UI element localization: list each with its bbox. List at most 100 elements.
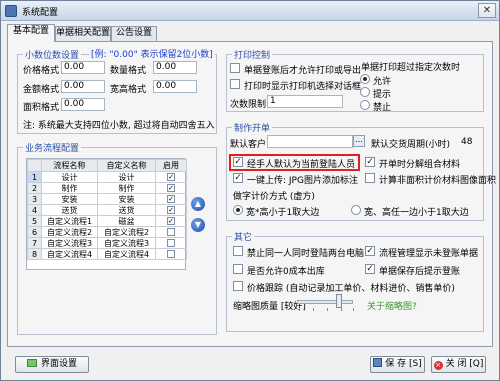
workflow-custom-cell[interactable]: 自定义流程4: [97, 248, 156, 260]
tab-document[interactable]: 单据相关配置: [55, 26, 111, 41]
table-row[interactable]: 8 自定义流程4 自定义流程4: [27, 248, 187, 260]
zero-cost-checkbox[interactable]: [233, 264, 243, 274]
default-customer-label: 默认客户: [230, 140, 267, 150]
delivery-cycle-label: 默认交货周期(小时): [371, 140, 451, 150]
post-prompt-checkbox[interactable]: ✓: [365, 264, 375, 274]
print-group-title: 打印控制: [232, 48, 273, 61]
calc-method-radio-2[interactable]: [351, 205, 361, 215]
workflow-enabled-checkbox[interactable]: ✓: [167, 195, 175, 203]
thumb-quality-label: 缩略图质量 [较好]: [233, 302, 306, 312]
show-unposted-checkbox[interactable]: ✓: [365, 246, 375, 256]
workflow-enabled-checkbox[interactable]: ✓: [167, 217, 175, 225]
zero-cost-label: 是否允许0成本出库: [247, 267, 325, 277]
workflow-enabled-checkbox[interactable]: ✓: [167, 184, 175, 192]
row-number: 2: [27, 182, 42, 194]
workflow-custom-cell[interactable]: 设计: [97, 171, 156, 183]
workflow-enabled-checkbox[interactable]: ✓: [167, 206, 175, 214]
workflow-custom-cell[interactable]: 磁盆: [97, 215, 156, 227]
order-group-title: 制作开单: [232, 121, 273, 134]
thumb-quality-handle[interactable]: [336, 294, 342, 308]
table-row[interactable]: 2 制作 制作 ✓: [27, 182, 187, 194]
single-login-label: 禁止同一人同时登陆两台电脑: [247, 249, 365, 259]
workflow-name-cell[interactable]: 设计: [41, 171, 98, 183]
workflow-group-title: 业务流程配置: [23, 141, 82, 154]
table-row[interactable]: 6 自定义流程2 自定义流程2: [27, 226, 187, 238]
workflow-name-cell[interactable]: 制作: [41, 182, 98, 194]
upload-label: 一键上传: JPG图片添加标注: [247, 176, 358, 186]
table-header-name: 流程名称: [41, 159, 98, 172]
qty-format-input[interactable]: 0.00: [153, 61, 197, 74]
single-login-checkbox[interactable]: [233, 246, 243, 256]
exceed-allow-label: 允许: [373, 77, 392, 87]
workflow-enabled-cell: [155, 248, 187, 260]
workflow-enabled-checkbox[interactable]: ✓: [167, 173, 175, 181]
calc-method-label: 做字计价方式 (虚方): [233, 192, 315, 202]
workflow-custom-cell[interactable]: 自定义流程2: [97, 226, 156, 238]
table-header-corner: [27, 159, 42, 172]
upload-checkbox[interactable]: ✓: [233, 173, 243, 183]
row-number: 6: [27, 226, 42, 238]
thumb-help-link[interactable]: 关于缩略图?: [367, 299, 417, 312]
table-row[interactable]: 4 送货 送货 ✓: [27, 204, 187, 216]
workflow-custom-cell[interactable]: 送货: [97, 204, 156, 216]
workflow-name-cell[interactable]: 送货: [41, 204, 98, 216]
workflow-enabled-checkbox[interactable]: [167, 239, 175, 247]
close-label: 关 闭 [Q]: [445, 359, 484, 369]
calc-method-radio-1[interactable]: [233, 205, 243, 215]
post-prompt-label: 单据保存后提示登账: [379, 267, 461, 277]
tab-announcement[interactable]: 公告设置: [111, 26, 157, 41]
tab-basic[interactable]: 基本配置: [7, 24, 55, 42]
ui-settings-button[interactable]: 界面设置: [15, 356, 89, 373]
close-button[interactable]: × 关 闭 [Q]: [431, 356, 486, 373]
qty-format-label: 数量格式: [110, 66, 147, 76]
save-icon: [373, 358, 383, 367]
amount-format-input[interactable]: 0.00: [61, 80, 105, 93]
delivery-cycle-value[interactable]: 48: [461, 137, 472, 147]
price-format-input[interactable]: 0.00: [61, 61, 105, 74]
print-dialog-checkbox[interactable]: [230, 79, 240, 89]
save-button[interactable]: 保 存 [S]: [370, 356, 425, 373]
exceed-forbid-radio[interactable]: [360, 100, 370, 110]
select-customer-button[interactable]: ...: [353, 135, 365, 147]
print-after-post-checkbox[interactable]: [230, 63, 240, 73]
price-tracking-checkbox[interactable]: [233, 281, 243, 291]
workflow-name-cell[interactable]: 自定义流程3: [41, 237, 98, 249]
area-format-input[interactable]: 0.00: [61, 98, 105, 111]
print-limit-input[interactable]: 1: [267, 95, 343, 108]
workflow-custom-cell[interactable]: 安装: [97, 193, 156, 205]
table-header-enabled: 启用: [155, 159, 187, 172]
workflow-enabled-checkbox[interactable]: [167, 250, 175, 258]
table-row[interactable]: 1 设计 设计 ✓: [27, 171, 187, 183]
move-up-button[interactable]: ▲: [191, 197, 205, 211]
table-row[interactable]: 7 自定义流程3 自定义流程3: [27, 237, 187, 249]
width-format-input[interactable]: 0.00: [153, 80, 197, 93]
workflow-enabled-cell: ✓: [155, 182, 187, 194]
amount-format-label: 金额格式: [23, 85, 60, 95]
workflow-custom-cell[interactable]: 制作: [97, 182, 156, 194]
row-number: 8: [27, 248, 42, 260]
calc-area-checkbox[interactable]: [365, 173, 375, 183]
workflow-name-cell[interactable]: 自定义流程2: [41, 226, 98, 238]
workflow-name-cell[interactable]: 自定义流程1: [41, 215, 98, 227]
workflow-name-cell[interactable]: 自定义流程4: [41, 248, 98, 260]
workflow-enabled-checkbox[interactable]: [167, 228, 175, 236]
workflow-custom-cell[interactable]: 自定义流程3: [97, 237, 156, 249]
exceed-allow-radio[interactable]: [360, 74, 370, 84]
window-title: 系统配置: [22, 8, 59, 18]
slider-tick: [353, 308, 354, 311]
exceed-prompt-radio[interactable]: [360, 87, 370, 97]
table-row[interactable]: 5 自定义流程1 磁盆 ✓: [27, 215, 187, 227]
workflow-name-cell[interactable]: 安装: [41, 193, 98, 205]
workflow-enabled-cell: [155, 237, 187, 249]
open-merge-checkbox[interactable]: ✓: [365, 157, 375, 167]
title-bar: 系统配置 ✕: [1, 1, 499, 21]
system-config-window: 系统配置 ✕ 基本配置 单据相关配置 公告设置 小数位数设置 [例: "0.00…: [0, 0, 500, 381]
table-row[interactable]: 3 安装 安装 ✓: [27, 193, 187, 205]
move-down-button[interactable]: ▼: [191, 218, 205, 232]
print-after-post-label: 单据登账后才允许打印或导出: [244, 66, 362, 76]
default-customer-input[interactable]: [267, 135, 353, 148]
workflow-enabled-cell: ✓: [155, 204, 187, 216]
window-close-button[interactable]: ✕: [478, 3, 496, 18]
row-number: 7: [27, 237, 42, 249]
thumb-quality-slider[interactable]: [297, 300, 353, 304]
